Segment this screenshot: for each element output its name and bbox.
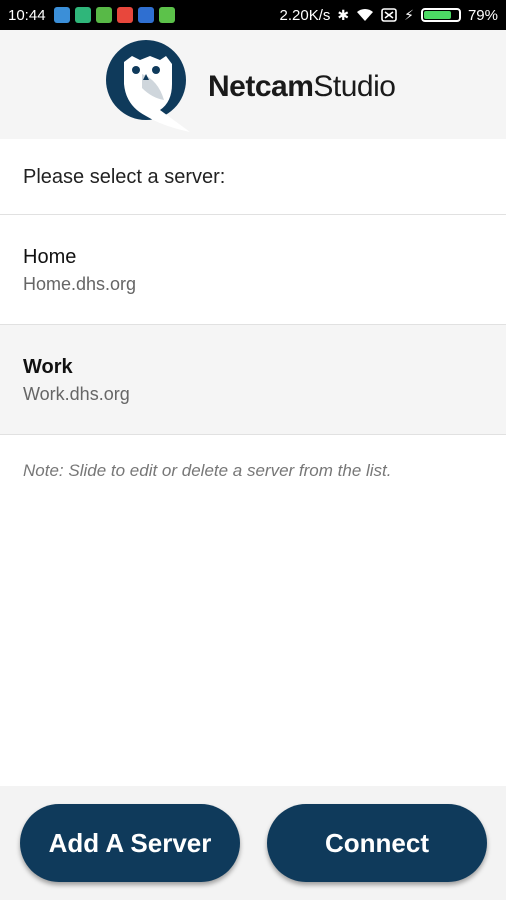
battery-percent: 79%	[467, 6, 498, 24]
server-host: Home.dhs.org	[23, 274, 137, 294]
battery-icon	[420, 8, 461, 22]
brand-name: NetcamStudio	[208, 70, 396, 104]
wifi-icon	[357, 8, 374, 21]
android-robot-icon	[158, 7, 175, 23]
notification-icons	[53, 7, 175, 23]
add-server-button[interactable]: Add A Server	[20, 804, 240, 882]
app-header: NetcamStudio	[0, 30, 506, 139]
server-prompt-row: Please select a server:	[0, 139, 506, 215]
server-item-home[interactable]: Home Home.dhs.org	[0, 215, 506, 325]
android-app-icon	[95, 7, 112, 23]
brand-bold: Netcam	[208, 70, 314, 103]
charging-icon: ⚡	[404, 6, 414, 23]
action-bar: Add A Server Connect	[0, 786, 506, 900]
owl-logo-icon	[106, 40, 190, 132]
no-sim-icon	[381, 8, 397, 22]
battery-level	[423, 11, 451, 19]
status-bar: 10:44 2.20K/s ✱ ⚡ 79%	[0, 0, 506, 30]
brand-regular: Studio	[313, 70, 396, 103]
calendar-app-icon	[137, 7, 154, 23]
usb-icon	[53, 7, 70, 23]
network-speed: 2.20K/s	[279, 6, 331, 24]
server-name: Home	[23, 246, 77, 268]
server-prompt: Please select a server:	[23, 166, 226, 188]
slide-hint-note: Note: Slide to edit or delete a server f…	[23, 461, 392, 480]
server-item-work[interactable]: Work Work.dhs.org	[0, 325, 506, 435]
server-host: Work.dhs.org	[23, 384, 130, 404]
connect-button[interactable]: Connect	[267, 804, 487, 882]
status-time: 10:44	[8, 6, 46, 24]
shield-app-icon	[74, 7, 91, 23]
location-app-icon	[116, 7, 133, 23]
bluetooth-icon: ✱	[337, 6, 350, 23]
server-name: Work	[23, 356, 73, 378]
